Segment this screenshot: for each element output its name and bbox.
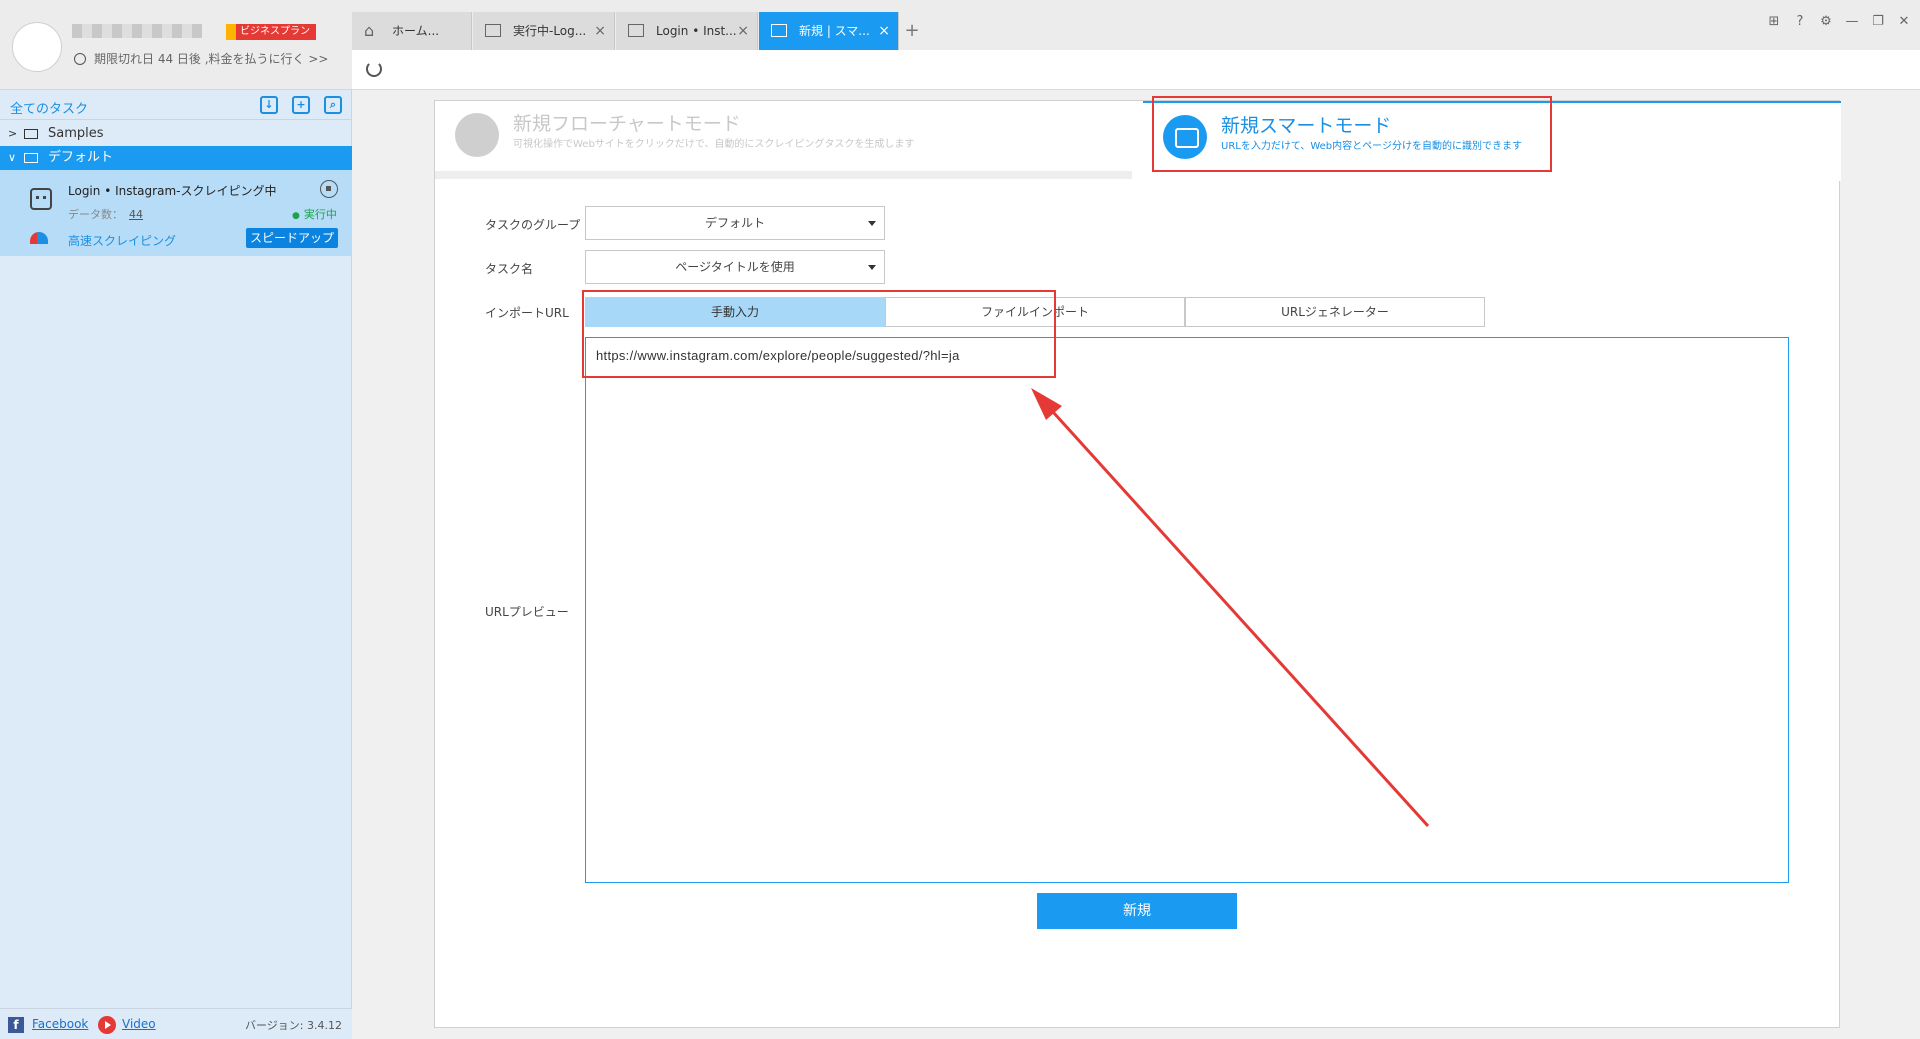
avatar[interactable] bbox=[12, 22, 62, 72]
page-icon bbox=[771, 24, 787, 37]
gift-icon[interactable]: ⊞ bbox=[1766, 14, 1782, 30]
username-blurred bbox=[72, 24, 202, 38]
data-count: データ数： 44 bbox=[68, 206, 143, 222]
caret-down-icon bbox=[868, 265, 876, 270]
task-name-value: ページタイトルを使用 bbox=[675, 260, 795, 274]
task-header: 全てのタスク ↓ + ⌕ bbox=[0, 90, 352, 120]
profile-panel: ビジネスプラン 期限切れ日 44 日後 ,料金を払うに行く >> bbox=[0, 0, 352, 90]
task-group-label: タスクのグループ bbox=[485, 218, 581, 232]
tab-new-smart[interactable]: 新規 | スマ... × bbox=[759, 12, 899, 50]
task-group-value: デフォルト bbox=[704, 216, 765, 230]
all-tasks-title[interactable]: 全てのタスク bbox=[10, 98, 88, 117]
new-task-panel: 新規フローチャートモード 可視化操作でWebサイトをクリックだけで、自動的にスク… bbox=[434, 100, 1841, 1028]
tab-bar: ホーム... 実行中-Log... × Login • Inst... × 新規… bbox=[352, 0, 1920, 50]
tree-item-label: デフォルト bbox=[48, 150, 114, 165]
close-window-icon[interactable]: ✕ bbox=[1896, 14, 1912, 30]
add-task-icon[interactable]: + bbox=[292, 96, 310, 114]
url-preview-label: URLプレビュー bbox=[485, 605, 569, 619]
stop-task-button[interactable] bbox=[320, 180, 338, 198]
video-link[interactable]: Video bbox=[122, 1017, 156, 1031]
tab-file-import[interactable]: ファイルインポート bbox=[885, 297, 1185, 327]
expiry-text: 期限切れ日 44 日後 ,料金を払うに行く >> bbox=[94, 52, 329, 66]
task-name-select[interactable]: ページタイトルを使用 bbox=[585, 250, 885, 284]
create-button[interactable]: 新規 bbox=[1037, 893, 1237, 929]
caret-down-icon bbox=[868, 221, 876, 226]
tab-login-instagram[interactable]: Login • Inst... × bbox=[616, 12, 758, 50]
data-count-label: データ数： bbox=[68, 208, 123, 221]
chevron-right-icon: > bbox=[8, 127, 18, 140]
task-name: Login • Instagram-スクレイピング中 bbox=[68, 184, 277, 198]
url-input[interactable] bbox=[585, 337, 1789, 883]
restore-icon[interactable]: ❐ bbox=[1870, 14, 1886, 30]
page-icon bbox=[485, 24, 501, 37]
import-task-icon[interactable]: ↓ bbox=[260, 96, 278, 114]
task-card[interactable]: Login • Instagram-スクレイピング中 データ数： 44 実行中 高… bbox=[0, 170, 352, 256]
minimize-icon[interactable]: — bbox=[1844, 14, 1860, 30]
settings-icon[interactable]: ⚙ bbox=[1818, 14, 1834, 30]
flowchart-mode-subtitle: 可視化操作でWebサイトをクリックだけで、自動的にスクレイピングタスクを生成しま… bbox=[513, 139, 915, 150]
task-group-select[interactable]: デフォルト bbox=[585, 206, 885, 240]
tab-home[interactable]: ホーム... bbox=[352, 12, 472, 50]
tree-item-samples[interactable]: > Samples bbox=[0, 122, 352, 146]
youtube-icon[interactable] bbox=[98, 1016, 116, 1034]
task-name-label: タスク名 bbox=[485, 262, 534, 276]
speed-gauge-icon bbox=[30, 232, 48, 244]
help-icon[interactable]: ? bbox=[1792, 14, 1808, 30]
folder-icon bbox=[24, 129, 38, 139]
smart-mode-title: 新規スマートモード bbox=[1221, 115, 1392, 137]
robot-icon bbox=[1163, 115, 1207, 159]
tree-item-label: Samples bbox=[48, 126, 104, 141]
sidebar-footer: f Facebook Video バージョン: 3.4.12 bbox=[0, 1008, 352, 1039]
flowchart-mode-title: 新規フローチャートモード bbox=[513, 113, 741, 135]
tab-url-generator[interactable]: URLジェネレーター bbox=[1185, 297, 1485, 327]
facebook-link[interactable]: Facebook bbox=[32, 1017, 88, 1031]
robot-icon bbox=[30, 188, 52, 210]
speedup-button[interactable]: スピードアップ bbox=[246, 228, 338, 248]
close-icon[interactable]: × bbox=[594, 12, 606, 50]
tree-item-default[interactable]: ∨ デフォルト bbox=[0, 146, 352, 170]
smart-mode-subtitle: URLを入力だけて、Web内容とページ分けを自動的に識別できます bbox=[1221, 141, 1522, 152]
version-label: バージョン: 3.4.12 bbox=[245, 1019, 342, 1032]
sidebar: ビジネスプラン 期限切れ日 44 日後 ,料金を払うに行く >> 全てのタスク … bbox=[0, 0, 352, 1039]
tab-label: ホーム... bbox=[392, 24, 440, 38]
data-count-value[interactable]: 44 bbox=[129, 208, 143, 221]
plan-badge: ビジネスプラン bbox=[226, 24, 316, 40]
alarm-clock-icon bbox=[74, 53, 86, 65]
smart-mode-option[interactable]: 新規スマートモード URLを入力だけて、Web内容とページ分けを自動的に識別でき… bbox=[1143, 101, 1841, 181]
page-icon bbox=[628, 24, 644, 37]
tab-label: Login • Inst... bbox=[656, 24, 737, 38]
tab-running-log[interactable]: 実行中-Log... × bbox=[473, 12, 615, 50]
reload-icon[interactable] bbox=[366, 61, 382, 77]
chevron-down-icon: ∨ bbox=[8, 151, 17, 164]
flowchart-mode-option[interactable]: 新規フローチャートモード 可視化操作でWebサイトをクリックだけで、自動的にスク… bbox=[435, 101, 1132, 179]
address-bar bbox=[352, 50, 1920, 90]
folder-icon bbox=[24, 153, 38, 163]
new-tab-icon[interactable]: + bbox=[900, 12, 924, 50]
status-badge: 実行中 bbox=[292, 206, 337, 222]
scrape-mode-label: 高速スクレイピング bbox=[68, 234, 177, 248]
facebook-icon[interactable]: f bbox=[8, 1017, 24, 1033]
tab-manual-input[interactable]: 手動入力 bbox=[585, 297, 885, 327]
import-url-label: インポートURL bbox=[485, 306, 569, 320]
home-icon bbox=[364, 12, 380, 50]
expiry-notice[interactable]: 期限切れ日 44 日後 ,料金を払うに行く >> bbox=[74, 50, 328, 67]
close-icon[interactable]: × bbox=[878, 12, 890, 50]
close-icon[interactable]: × bbox=[737, 12, 749, 50]
tab-label: 新規 | スマ... bbox=[799, 24, 870, 38]
tab-label: 実行中-Log... bbox=[513, 24, 587, 38]
search-task-icon[interactable]: ⌕ bbox=[324, 96, 342, 114]
flowchart-icon bbox=[455, 113, 499, 157]
